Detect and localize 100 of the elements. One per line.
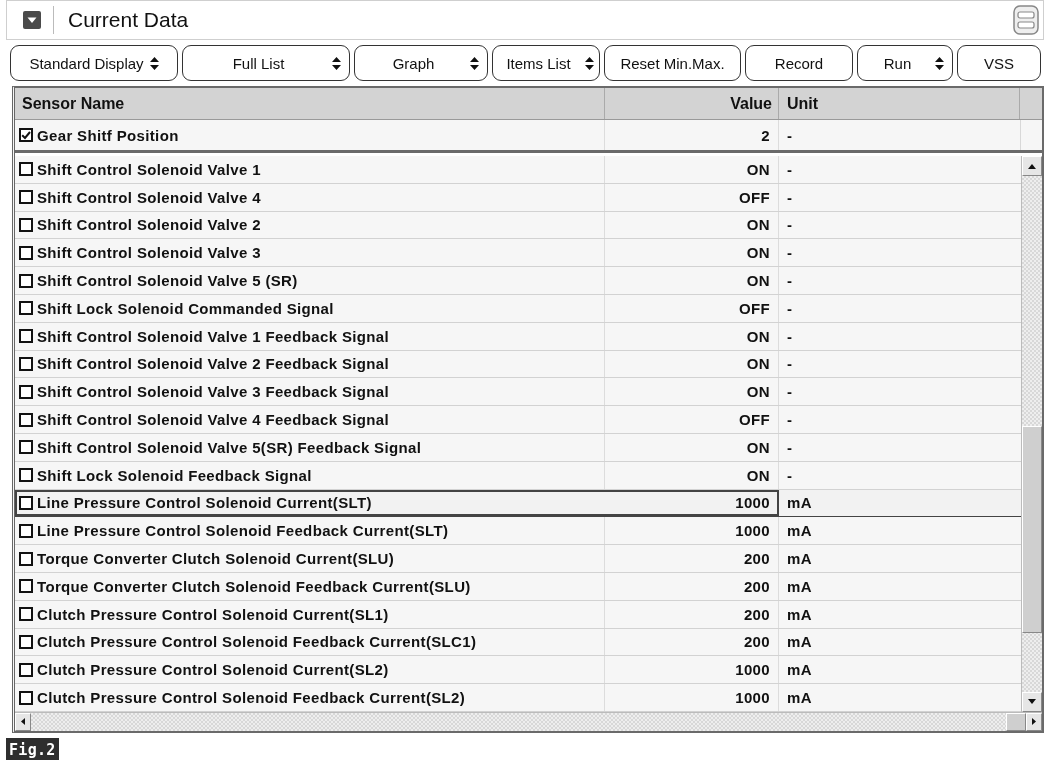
dropdown-button[interactable]: Full List [182,45,350,81]
sensor-name: Shift Lock Solenoid Feedback Signal [37,466,312,484]
vertical-scrollbar[interactable] [1021,156,1042,712]
sensor-row[interactable]: Shift Control Solenoid Valve 1 Feedback Signal ON - [15,322,1021,351]
sensor-row[interactable]: Shift Lock Solenoid Commanded Signal OFF - [15,295,1021,323]
triangle-left-icon [21,718,25,726]
checkbox[interactable] [19,329,33,344]
checkbox[interactable] [19,440,33,455]
checkbox[interactable] [19,495,33,510]
sensor-unit: mA [787,577,812,595]
checkbox[interactable] [19,523,33,538]
sensor-name: Shift Control Solenoid Valve 1 Feedback Signal [37,327,389,345]
sensor-row[interactable]: Clutch Pressure Control Solenoid Feedback Current(SL2) 1000 mA [15,684,1021,712]
sensor-name: Clutch Pressure Control Solenoid Current(SL1) [37,605,389,623]
sensor-unit: - [787,438,793,456]
checkbox[interactable] [19,579,33,594]
sensor-value: 200 [743,605,770,623]
sensor-row[interactable]: Shift Control Solenoid Valve 3 Feedback Signal ON - [15,378,1021,407]
scrollbar-thumb[interactable] [1006,712,1026,731]
sensor-row[interactable]: Shift Control Solenoid Valve 2 Feedback Signal ON - [15,350,1021,379]
sensor-value: ON [746,466,770,484]
checkbox[interactable] [19,384,33,399]
up-down-arrows-icon [149,56,159,70]
scroll-left-button[interactable] [15,712,31,731]
sensor-row[interactable]: Shift Control Solenoid Valve 5 (SR) ON - [15,267,1021,295]
sensor-row[interactable]: Shift Control Solenoid Valve 4 OFF - [15,183,1021,212]
sensor-name: Line Pressure Control Solenoid Feedback Current(SLT) [37,522,449,540]
scroll-up-button[interactable] [1022,156,1042,176]
sensor-row[interactable]: Shift Control Solenoid Valve 2 ON - [15,211,1021,240]
sensor-name: Shift Control Solenoid Valve 2 Feedback Signal [37,355,389,373]
sensor-value: ON [746,244,770,262]
sensor-name: Shift Control Solenoid Valve 2 [37,216,261,234]
checkbox[interactable] [19,662,33,677]
sensor-row[interactable]: Clutch Pressure Control Solenoid Feedback Current(SLC1) 200 mA [15,628,1021,657]
dropdown-button[interactable]: Standard Display [10,45,178,81]
sensor-row[interactable]: Clutch Pressure Control Solenoid Current(SL1) 200 mA [15,600,1021,629]
sensor-row[interactable]: Shift Control Solenoid Valve 5(SR) Feedback Signal ON - [15,433,1021,462]
scrollbar-thumb[interactable] [1022,426,1042,633]
triangle-up-icon [1028,163,1036,169]
sensor-value: ON [746,327,770,345]
sensor-row[interactable]: Shift Lock Solenoid Feedback Signal ON - [15,461,1021,490]
sensor-row[interactable]: Shift Control Solenoid Valve 4 Feedback Signal OFF - [15,406,1021,434]
scroll-right-button[interactable] [1026,712,1042,731]
sensor-value: ON [746,355,770,373]
sensor-unit: - [787,216,793,234]
checkbox[interactable] [19,301,33,316]
dropdown-button[interactable]: Run [857,45,953,81]
checkbox[interactable] [19,273,33,288]
checkbox[interactable] [19,412,33,427]
up-down-arrows-icon [585,56,594,70]
dropdown-button[interactable]: Items List [492,45,600,81]
panel-title: Current Data [68,8,190,32]
sensor-unit: - [787,383,793,401]
toolbar-button[interactable]: Record [745,45,853,81]
column-header: Sensor Name [22,94,125,113]
sensor-value: 200 [743,633,770,651]
up-down-arrows-icon [935,56,944,70]
sensor-value: ON [746,383,770,401]
toolbar-button[interactable]: Reset Min.Max. [604,45,741,81]
sensor-name: Shift Control Solenoid Valve 1 [37,160,261,178]
column-header: Value [730,94,772,113]
up-down-arrows-icon [332,56,341,70]
menu-icon[interactable] [1013,5,1039,35]
checkbox[interactable] [19,128,33,142]
checkbox[interactable] [19,690,33,705]
caret-down-icon[interactable] [23,11,41,29]
sensor-name: Shift Control Solenoid Valve 4 [37,188,261,206]
toolbar-button[interactable]: VSS [957,45,1041,81]
sensor-name: Shift Control Solenoid Valve 3 Feedback Signal [37,383,389,401]
sensor-row[interactable]: Torque Converter Clutch Solenoid Current(SLU) 200 mA [15,545,1021,573]
sensor-row[interactable]: Shift Control Solenoid Valve 1 ON - [15,156,1021,184]
checkbox[interactable] [19,468,33,483]
sensor-name: Clutch Pressure Control Solenoid Feedback Current(SLC1) [37,633,477,651]
sensor-value: ON [746,160,770,178]
scroll-down-button[interactable] [1022,691,1042,712]
checkbox[interactable] [19,190,33,205]
sensor-row[interactable]: Line Pressure Control Solenoid Feedback Current(SLT) 1000 mA [15,517,1021,546]
sensor-row[interactable]: Line Pressure Control Solenoid Current(SLT) 1000 mA [15,489,1021,518]
sensor-row[interactable]: Shift Control Solenoid Valve 3 ON - [15,239,1021,268]
sensor-name: Line Pressure Control Solenoid Current(SLT) [37,494,372,512]
sensor-unit: - [787,126,793,144]
checkbox[interactable] [19,551,33,566]
checkbox[interactable] [19,634,33,649]
sensor-value: OFF [738,411,770,429]
sensor-row[interactable]: Torque Converter Clutch Solenoid Feedback Current(SLU) 200 mA [15,572,1021,601]
sensor-name: Gear Shitf Position [37,126,179,144]
sensor-unit: - [787,466,793,484]
checkbox[interactable] [19,607,33,622]
sensor-unit: mA [787,494,812,512]
sensor-row[interactable]: Clutch Pressure Control Solenoid Current(SL2) 1000 mA [15,656,1021,685]
sensor-value: 1000 [735,661,770,679]
checkbox[interactable] [19,245,33,260]
horizontal-scrollbar[interactable] [15,711,1042,731]
sensor-unit: mA [787,522,812,540]
sensor-unit: mA [787,633,812,651]
checkbox[interactable] [19,356,33,371]
sensor-value: 200 [743,550,770,568]
checkbox[interactable] [19,162,33,177]
dropdown-button[interactable]: Graph [354,45,488,81]
checkbox[interactable] [19,218,33,232]
